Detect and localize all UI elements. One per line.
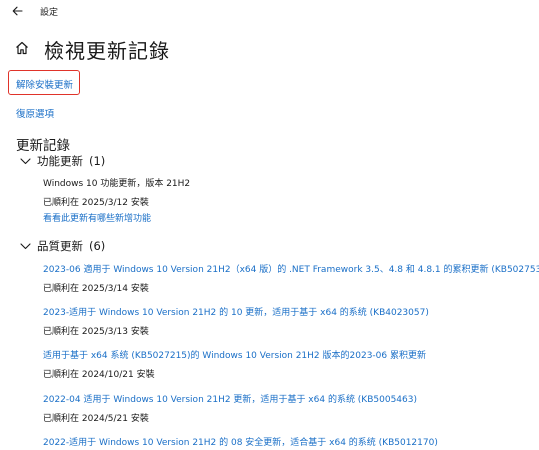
- quality-updates-count: (6): [89, 239, 106, 253]
- page-title: 檢視更新記錄: [44, 39, 170, 63]
- quality-update-link[interactable]: 2022-适用于 Windows 10 Version 21H2 的 08 安全…: [43, 435, 438, 448]
- chevron-down-icon: [19, 155, 31, 167]
- window-title: 設定: [40, 8, 59, 18]
- feature-update-name: Windows 10 功能更新，版本 21H2: [43, 179, 191, 189]
- uninstall-updates-link[interactable]: 解除安裝更新: [16, 77, 73, 91]
- quality-update-link[interactable]: 适用于基于 x64 系统 (KB5027215)的 Windows 10 Ver…: [43, 348, 426, 361]
- quality-updates-group-header[interactable]: 品質更新 (6): [19, 238, 105, 254]
- back-arrow-icon: [12, 6, 23, 16]
- quality-update-link[interactable]: 2023-适用于 Windows 10 Version 21H2 的 10 更新…: [43, 305, 429, 318]
- back-button[interactable]: [10, 4, 24, 18]
- home-icon[interactable]: [14, 40, 30, 56]
- recovery-options-link[interactable]: 復原選項: [16, 106, 54, 120]
- chevron-down-icon: [19, 240, 31, 252]
- quality-update-link[interactable]: 2023-06 適用于 Windows 10 Version 21H2（x64 …: [43, 262, 539, 275]
- quality-update-status: 已順利在 2024/5/21 安裝: [43, 414, 149, 424]
- quality-update-status: 已順利在 2025/3/14 安裝: [43, 284, 149, 294]
- feature-updates-group-header[interactable]: 功能更新 (1): [19, 153, 105, 169]
- feature-updates-label: 功能更新: [37, 154, 83, 168]
- quality-updates-label: 品質更新: [37, 239, 83, 253]
- quality-update-status: 已順利在 2024/10/21 安裝: [43, 370, 155, 380]
- quality-update-link[interactable]: 2022-04 适用于 Windows 10 Version 21H2 更新，适…: [43, 392, 417, 405]
- feature-update-status: 已順利在 2025/3/12 安裝: [43, 198, 149, 208]
- feature-updates-count: (1): [89, 154, 106, 168]
- update-history-heading: 更新記錄: [16, 138, 70, 154]
- whats-new-link[interactable]: 看看此更新有哪些新增功能: [43, 211, 151, 224]
- quality-update-status: 已順利在 2025/3/13 安裝: [43, 327, 149, 337]
